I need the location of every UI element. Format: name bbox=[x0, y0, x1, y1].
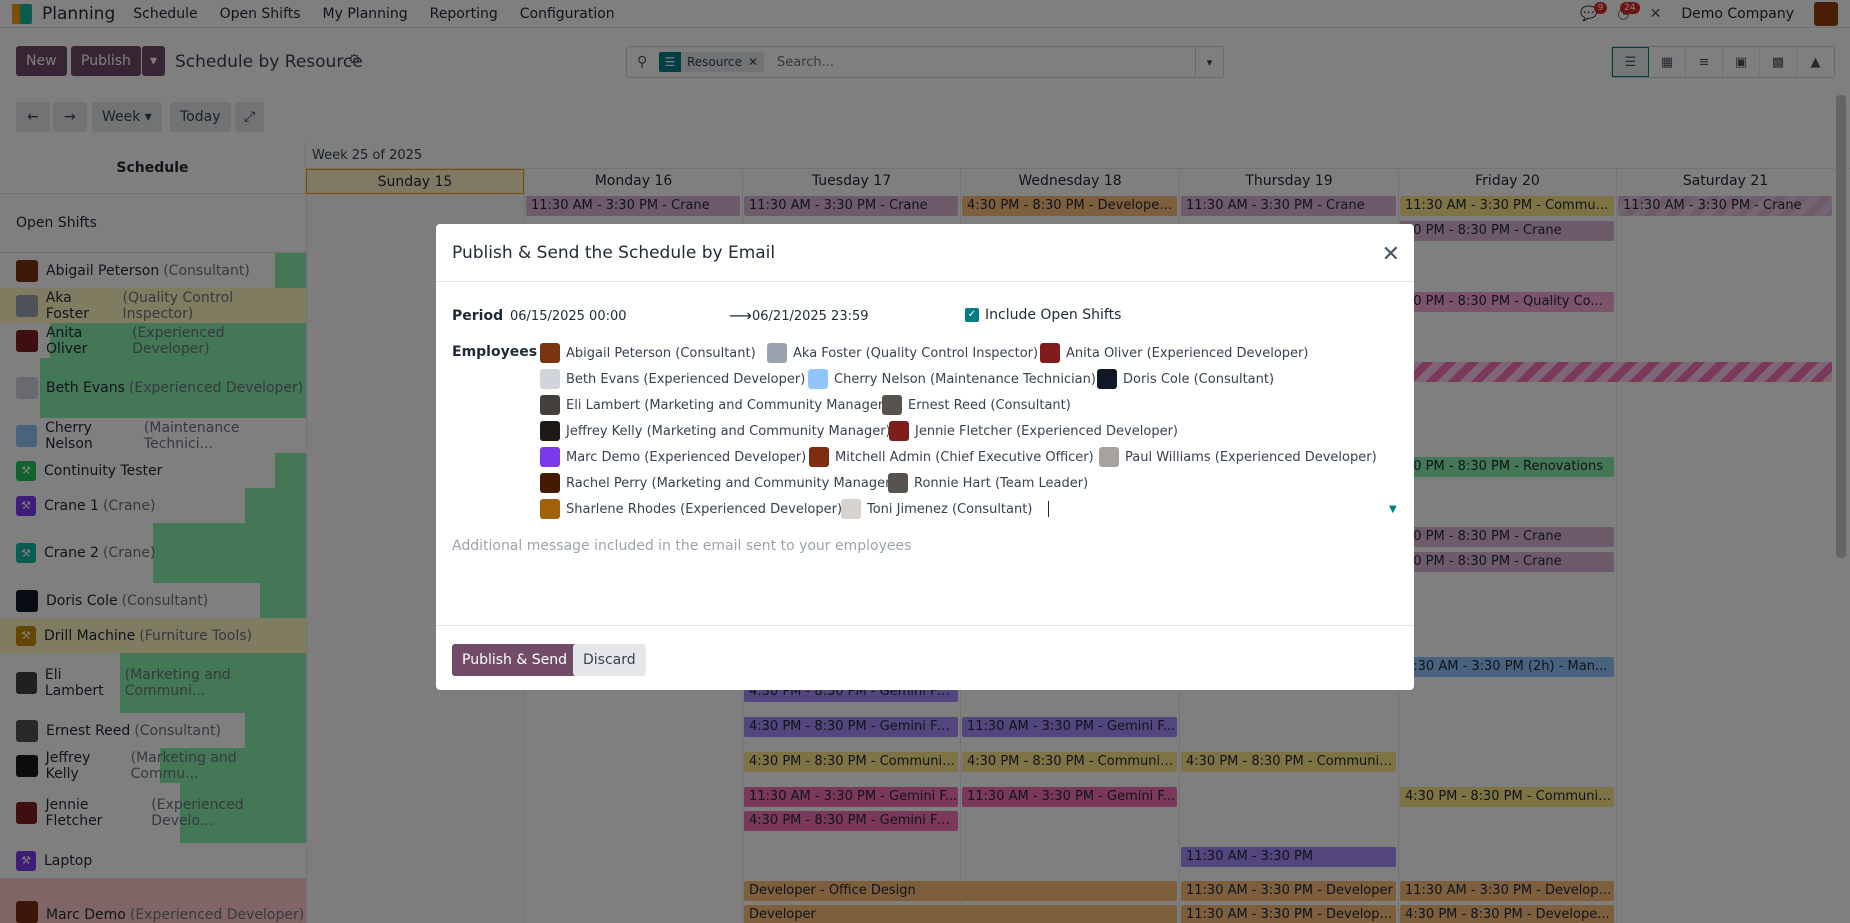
avatar bbox=[809, 447, 829, 467]
period-end-input[interactable]: 06/21/2025 23:59 bbox=[752, 309, 952, 324]
employee-tag-label: Ernest Reed (Consultant) bbox=[908, 397, 1071, 413]
employee-tag-label: Jennie Fletcher (Experienced Developer) bbox=[915, 423, 1178, 439]
employee-tag-label: Aka Foster (Quality Control Inspector) bbox=[793, 345, 1039, 361]
employee-tag-label: Toni Jimenez (Consultant) bbox=[867, 501, 1033, 517]
employee-tag[interactable]: Aka Foster (Quality Control Inspector) bbox=[767, 343, 1038, 363]
dialog-header: Publish & Send the Schedule by Email ✕ bbox=[436, 224, 1414, 282]
employee-tag[interactable]: Beth Evans (Experienced Developer) bbox=[540, 369, 805, 389]
employee-tag[interactable]: Rachel Perry (Marketing and Community Ma… bbox=[540, 473, 896, 493]
employee-tag[interactable]: Ronnie Hart (Team Leader) bbox=[888, 473, 1088, 493]
employee-tag[interactable]: Jeffrey Kelly (Marketing and Community M… bbox=[540, 421, 891, 441]
avatar bbox=[540, 369, 560, 389]
avatar bbox=[540, 421, 560, 441]
employee-tag[interactable]: Paul Williams (Experienced Developer) bbox=[1099, 447, 1377, 467]
employee-tag[interactable]: Anita Oliver (Experienced Developer) bbox=[1040, 343, 1308, 363]
close-icon[interactable]: ✕ bbox=[1382, 242, 1400, 267]
avatar bbox=[540, 395, 560, 415]
avatar bbox=[540, 473, 560, 493]
include-open-shifts-checkbox[interactable]: ✓ bbox=[965, 308, 979, 322]
avatar bbox=[767, 343, 787, 363]
employee-tag-label: Paul Williams (Experienced Developer) bbox=[1125, 449, 1377, 465]
publish-dialog: Publish & Send the Schedule by Email ✕ P… bbox=[436, 224, 1414, 690]
employee-tag[interactable]: Marc Demo (Experienced Developer) bbox=[540, 447, 806, 467]
avatar bbox=[882, 395, 902, 415]
employee-tag-label: Anita Oliver (Experienced Developer) bbox=[1066, 345, 1309, 361]
avatar bbox=[540, 343, 560, 363]
employee-tag[interactable]: Ernest Reed (Consultant) bbox=[882, 395, 1071, 415]
message-field[interactable]: Additional message included in the email… bbox=[452, 538, 1392, 554]
avatar bbox=[808, 369, 828, 389]
discard-button[interactable]: Discard bbox=[573, 644, 646, 676]
employee-tag-label: Doris Cole (Consultant) bbox=[1123, 371, 1275, 387]
avatar bbox=[888, 473, 908, 493]
period-start-input[interactable]: 06/15/2025 00:00 bbox=[510, 309, 710, 324]
dialog-footer: Publish & Send Discard bbox=[436, 625, 1414, 690]
arrow-right-icon: ⟶ bbox=[729, 306, 752, 325]
employee-tag-label: Sharlene Rhodes (Experienced Developer) bbox=[566, 501, 843, 517]
employee-tag[interactable]: Jennie Fletcher (Experienced Developer) bbox=[889, 421, 1178, 441]
employee-tag[interactable]: Cherry Nelson (Maintenance Technician) bbox=[808, 369, 1096, 389]
employees-label: Employees bbox=[452, 344, 538, 360]
employee-tag-label: Jeffrey Kelly (Marketing and Community M… bbox=[566, 423, 891, 439]
include-open-shifts-label[interactable]: Include Open Shifts bbox=[985, 307, 1121, 323]
avatar bbox=[889, 421, 909, 441]
avatar bbox=[1097, 369, 1117, 389]
employee-tag[interactable]: Eli Lambert (Marketing and Community Man… bbox=[540, 395, 888, 415]
publish-send-button[interactable]: Publish & Send bbox=[452, 644, 577, 676]
text-cursor bbox=[1048, 501, 1049, 517]
avatar bbox=[1040, 343, 1060, 363]
employee-tag[interactable]: Mitchell Admin (Chief Executive Officer) bbox=[809, 447, 1094, 467]
employee-tag[interactable]: Toni Jimenez (Consultant) bbox=[841, 499, 1032, 519]
employee-tag-label: Ronnie Hart (Team Leader) bbox=[914, 475, 1089, 491]
employee-tag-label: Rachel Perry (Marketing and Community Ma… bbox=[566, 475, 896, 491]
employee-tag-label: Eli Lambert (Marketing and Community Man… bbox=[566, 397, 889, 413]
employee-tag-label: Abigail Peterson (Consultant) bbox=[566, 345, 756, 361]
avatar bbox=[540, 499, 560, 519]
employee-tag[interactable]: Doris Cole (Consultant) bbox=[1097, 369, 1274, 389]
employee-tag-label: Mitchell Admin (Chief Executive Officer) bbox=[835, 449, 1094, 465]
employee-tag-label: Cherry Nelson (Maintenance Technician) bbox=[834, 371, 1096, 387]
employee-tag[interactable]: Sharlene Rhodes (Experienced Developer) bbox=[540, 499, 842, 519]
chevron-down-icon[interactable]: ▼ bbox=[1389, 504, 1397, 515]
period-label: Period bbox=[452, 308, 504, 324]
employee-tag[interactable]: Abigail Peterson (Consultant) bbox=[540, 343, 756, 363]
avatar bbox=[1099, 447, 1119, 467]
avatar bbox=[540, 447, 560, 467]
employee-tag-label: Beth Evans (Experienced Developer) bbox=[566, 371, 806, 387]
employee-tag-label: Marc Demo (Experienced Developer) bbox=[566, 449, 807, 465]
dialog-title: Publish & Send the Schedule by Email bbox=[452, 242, 776, 263]
avatar bbox=[841, 499, 861, 519]
